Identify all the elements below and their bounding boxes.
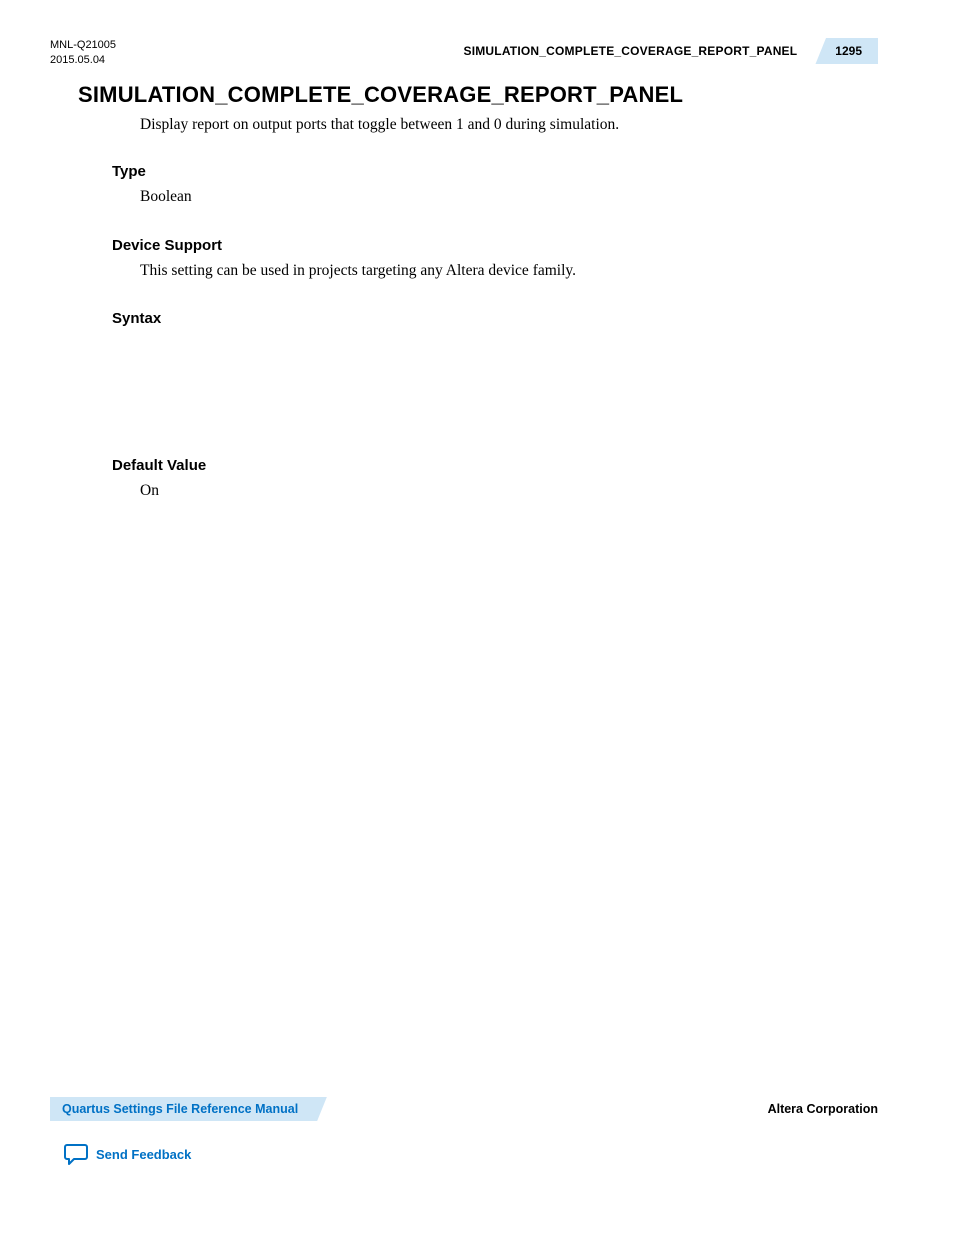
section-default-value: Default Value On — [50, 457, 878, 502]
section-body-device-support: This setting can be used in projects tar… — [140, 260, 878, 282]
document-id: MNL-Q21005 2015.05.04 — [50, 38, 116, 68]
send-feedback-label: Send Feedback — [96, 1147, 191, 1162]
section-heading-device-support: Device Support — [112, 237, 878, 254]
section-heading-type: Type — [112, 163, 878, 180]
page-number-badge: 1295 — [811, 38, 878, 64]
section-heading-default-value: Default Value — [112, 457, 878, 474]
manual-title: Quartus Settings File Reference Manual — [62, 1102, 298, 1116]
page-footer: Quartus Settings File Reference Manual A… — [50, 1097, 878, 1165]
section-body-type: Boolean — [140, 186, 878, 208]
section-device-support: Device Support This setting can be used … — [50, 237, 878, 282]
header-right: SIMULATION_COMPLETE_COVERAGE_REPORT_PANE… — [464, 38, 879, 64]
company-name: Altera Corporation — [750, 1102, 878, 1116]
footer-bar: Quartus Settings File Reference Manual A… — [50, 1097, 878, 1121]
section-body-syntax — [140, 333, 878, 429]
page-container: MNL-Q21005 2015.05.04 SIMULATION_COMPLET… — [0, 0, 954, 1235]
section-syntax: Syntax — [50, 310, 878, 429]
doc-id-date: 2015.05.04 — [50, 53, 116, 68]
chat-bubble-icon — [64, 1143, 88, 1165]
section-body-default-value: On — [140, 480, 878, 502]
doc-id-code: MNL-Q21005 — [50, 38, 116, 53]
section-heading-syntax: Syntax — [112, 310, 878, 327]
send-feedback-link[interactable]: Send Feedback — [64, 1143, 191, 1165]
page-number: 1295 — [835, 44, 862, 58]
manual-title-link[interactable]: Quartus Settings File Reference Manual — [50, 1097, 310, 1121]
section-reference: SIMULATION_COMPLETE_COVERAGE_REPORT_PANE… — [464, 38, 812, 64]
footer-divider — [310, 1097, 749, 1121]
page-title: SIMULATION_COMPLETE_COVERAGE_REPORT_PANE… — [78, 82, 878, 108]
intro-text: Display report on output ports that togg… — [140, 114, 878, 136]
section-type: Type Boolean — [50, 163, 878, 208]
page-header: MNL-Q21005 2015.05.04 SIMULATION_COMPLET… — [50, 38, 878, 68]
